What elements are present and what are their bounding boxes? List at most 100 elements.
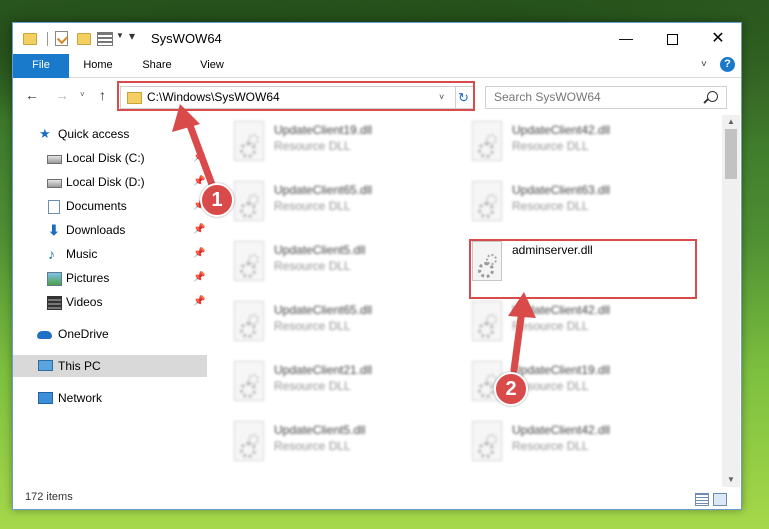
file-type: Resource DLL <box>512 199 589 213</box>
sidebar-item-label: Music <box>66 247 98 261</box>
view-icon[interactable] <box>97 32 113 46</box>
file-item[interactable]: UpdateClient5.dll Resource DLL <box>228 415 458 469</box>
file-name: UpdateClient42.dll <box>512 423 611 437</box>
file-highlight <box>469 239 697 299</box>
sidebar-item-label: Videos <box>66 295 103 309</box>
dll-file-icon <box>472 121 502 161</box>
dll-file-icon <box>234 241 264 281</box>
file-name: UpdateClient19.dll <box>274 123 373 137</box>
folder-icon <box>23 33 37 45</box>
file-type: Resource DLL <box>274 379 351 393</box>
title-bar: ▼ ▾ SysWOW64 — ✕ <box>13 23 741 54</box>
sidebar-item-music[interactable]: ♪ Music 📌 <box>13 243 207 265</box>
sidebar-item-label: Downloads <box>66 223 126 237</box>
maximize-button[interactable] <box>649 23 695 54</box>
file-type: Resource DLL <box>512 319 589 333</box>
sidebar-item-quick-access[interactable]: ★ Quick access <box>13 123 207 145</box>
search-input[interactable]: Search SysWOW64 <box>485 86 727 109</box>
sidebar-item-network[interactable]: Network <box>13 387 207 409</box>
music-icon: ♪ <box>48 246 55 262</box>
file-type: Resource DLL <box>274 319 351 333</box>
file-name: UpdateClient5.dll <box>274 243 366 257</box>
vertical-scrollbar[interactable]: ▲ ▼ <box>722 115 740 487</box>
back-button[interactable]: ← <box>25 87 39 103</box>
status-bar: 172 items <box>13 488 741 509</box>
file-name: UpdateClient42.dll <box>512 303 611 317</box>
pin-icon[interactable]: 📌 <box>193 147 205 169</box>
close-button[interactable]: ✕ <box>695 23 741 54</box>
dll-file-icon <box>234 121 264 161</box>
file-name: UpdateClient65.dll <box>274 303 373 317</box>
forward-button[interactable]: → <box>55 87 69 103</box>
dll-file-icon <box>234 301 264 341</box>
file-name: UpdateClient63.dll <box>512 183 611 197</box>
sidebar-item-label: This PC <box>58 359 101 373</box>
pin-icon[interactable]: 📌 <box>193 291 205 313</box>
file-item[interactable]: UpdateClient65.dll Resource DLL <box>228 175 458 229</box>
document-icon <box>48 200 60 214</box>
scroll-up-icon[interactable]: ▲ <box>727 117 735 126</box>
file-list: UpdateClient19.dll Resource DLL UpdateCl… <box>208 115 722 487</box>
file-item[interactable]: UpdateClient42.dll Resource DLL <box>466 295 696 349</box>
file-item[interactable]: UpdateClient42.dll Resource DLL <box>466 115 696 169</box>
new-folder-icon[interactable] <box>77 33 91 45</box>
pictures-icon <box>47 272 62 286</box>
drive-icon <box>47 155 62 164</box>
pin-icon[interactable]: 📌 <box>193 267 205 289</box>
customize-toolbar-icon[interactable]: ▾ <box>129 29 135 43</box>
sidebar-item-label: Pictures <box>66 271 110 285</box>
sidebar-item-videos[interactable]: Videos 📌 <box>13 291 207 313</box>
navigation-pane: ★ Quick access Local Disk (C:) 📌 Local D… <box>13 115 207 487</box>
search-placeholder: Search SysWOW64 <box>494 90 601 104</box>
sidebar-item-label: Quick access <box>58 127 130 141</box>
properties-icon[interactable] <box>55 31 68 46</box>
sidebar-item-local-disk-d[interactable]: Local Disk (D:) 📌 <box>13 171 207 193</box>
file-name: UpdateClient5.dll <box>274 423 366 437</box>
dll-file-icon <box>472 301 502 341</box>
address-bar-highlight <box>117 81 475 111</box>
file-item[interactable]: UpdateClient65.dll Resource DLL <box>228 295 458 349</box>
file-name: UpdateClient21.dll <box>274 363 373 377</box>
sidebar-item-local-disk-c[interactable]: Local Disk (C:) 📌 <box>13 147 207 169</box>
minimize-button[interactable]: — <box>603 23 649 54</box>
large-icons-view-icon[interactable] <box>713 493 727 506</box>
dll-file-icon <box>234 181 264 221</box>
scroll-down-icon[interactable]: ▼ <box>727 475 735 484</box>
file-item[interactable]: UpdateClient21.dll Resource DLL <box>228 355 458 409</box>
sidebar-item-label: Documents <box>66 199 127 213</box>
sidebar-item-this-pc[interactable]: This PC <box>13 355 207 377</box>
file-item[interactable]: UpdateClient63.dll Resource DLL <box>466 175 696 229</box>
videos-icon <box>47 296 62 310</box>
toolbar-separator <box>47 32 48 46</box>
file-item[interactable]: UpdateClient19.dll Resource DLL <box>228 115 458 169</box>
chevron-down-icon[interactable]: ▼ <box>116 31 124 40</box>
details-view-icon[interactable] <box>695 493 709 506</box>
star-icon: ★ <box>39 126 51 141</box>
recent-locations-button[interactable]: ˅ <box>80 90 85 99</box>
sidebar-item-documents[interactable]: Documents 📌 <box>13 195 207 217</box>
sidebar-item-onedrive[interactable]: OneDrive <box>13 323 207 345</box>
file-type: Resource DLL <box>274 259 351 273</box>
search-icon <box>707 91 718 102</box>
file-item[interactable]: UpdateClient5.dll Resource DLL <box>228 235 458 289</box>
dll-file-icon <box>472 421 502 461</box>
network-icon <box>38 392 53 404</box>
pin-icon[interactable]: 📌 <box>193 219 205 241</box>
file-type: Resource DLL <box>512 139 589 153</box>
up-button[interactable]: ↑ <box>99 87 106 103</box>
tab-share[interactable]: Share <box>135 54 179 77</box>
file-type: Resource DLL <box>274 439 351 453</box>
tab-view[interactable]: View <box>193 54 231 77</box>
sidebar-item-label: Network <box>58 391 103 405</box>
file-name: UpdateClient65.dll <box>274 183 373 197</box>
scrollbar-thumb[interactable] <box>725 129 737 179</box>
pin-icon[interactable]: 📌 <box>193 243 205 265</box>
file-name: UpdateClient19.dll <box>512 363 611 377</box>
help-icon[interactable]: ? <box>720 57 735 72</box>
expand-ribbon-icon[interactable]: ˅ <box>701 59 707 70</box>
sidebar-item-pictures[interactable]: Pictures 📌 <box>13 267 207 289</box>
file-item[interactable]: UpdateClient42.dll Resource DLL <box>466 415 696 469</box>
sidebar-item-downloads[interactable]: ⬇ Downloads 📌 <box>13 219 207 241</box>
file-type: Resource DLL <box>274 199 351 213</box>
tab-home[interactable]: Home <box>75 54 121 77</box>
